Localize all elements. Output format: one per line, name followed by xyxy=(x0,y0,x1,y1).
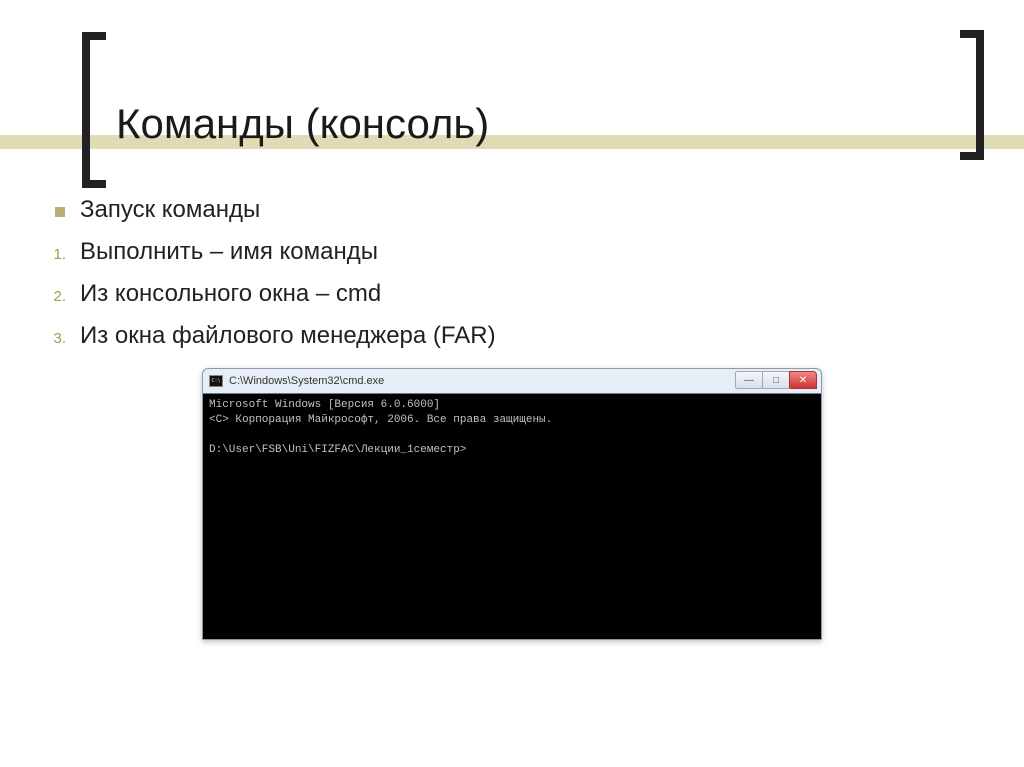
list-item-text: Из консольного окна – cmd xyxy=(80,280,381,308)
cmd-body[interactable]: Microsoft Windows [Версия 6.0.6000] <C> … xyxy=(203,393,821,639)
list-item-text: Выполнить – имя команды xyxy=(80,238,378,266)
maximize-button[interactable]: □ xyxy=(762,371,790,389)
cmd-window: C:\Windows\System32\cmd.exe — □ ✕ Micros… xyxy=(202,368,822,640)
title-bracket-left xyxy=(82,32,106,188)
numbered-item-3: 3. Из окна файлового менеджера (FAR) xyxy=(40,322,984,350)
cmd-icon xyxy=(209,375,223,387)
cmd-line: <C> Корпорация Майкрософт, 2006. Все пра… xyxy=(209,414,552,426)
title-bracket-right xyxy=(960,30,984,160)
close-button[interactable]: ✕ xyxy=(789,371,817,389)
window-controls: — □ ✕ xyxy=(736,371,817,389)
cmd-line: Microsoft Windows [Версия 6.0.6000] xyxy=(209,399,440,411)
cmd-title-text: C:\Windows\System32\cmd.exe xyxy=(229,375,384,387)
minimize-button[interactable]: — xyxy=(735,371,763,389)
slide-content: Запуск команды 1. Выполнить – имя команд… xyxy=(40,196,984,640)
bullet-item: Запуск команды xyxy=(40,196,984,224)
cmd-titlebar[interactable]: C:\Windows\System32\cmd.exe — □ ✕ xyxy=(203,369,821,393)
square-bullet-icon xyxy=(40,203,80,222)
list-item-text: Из окна файлового менеджера (FAR) xyxy=(80,322,496,350)
bullet-text: Запуск команды xyxy=(80,196,260,224)
list-number: 3. xyxy=(40,330,80,347)
list-number: 1. xyxy=(40,246,80,263)
cmd-prompt: D:\User\FSB\Uni\FIZFAC\Лекции_1семестр> xyxy=(209,444,466,456)
numbered-item-2: 2. Из консольного окна – cmd xyxy=(40,280,984,308)
slide-title: Команды (консоль) xyxy=(116,100,489,148)
numbered-item-1: 1. Выполнить – имя команды xyxy=(40,238,984,266)
list-number: 2. xyxy=(40,288,80,305)
